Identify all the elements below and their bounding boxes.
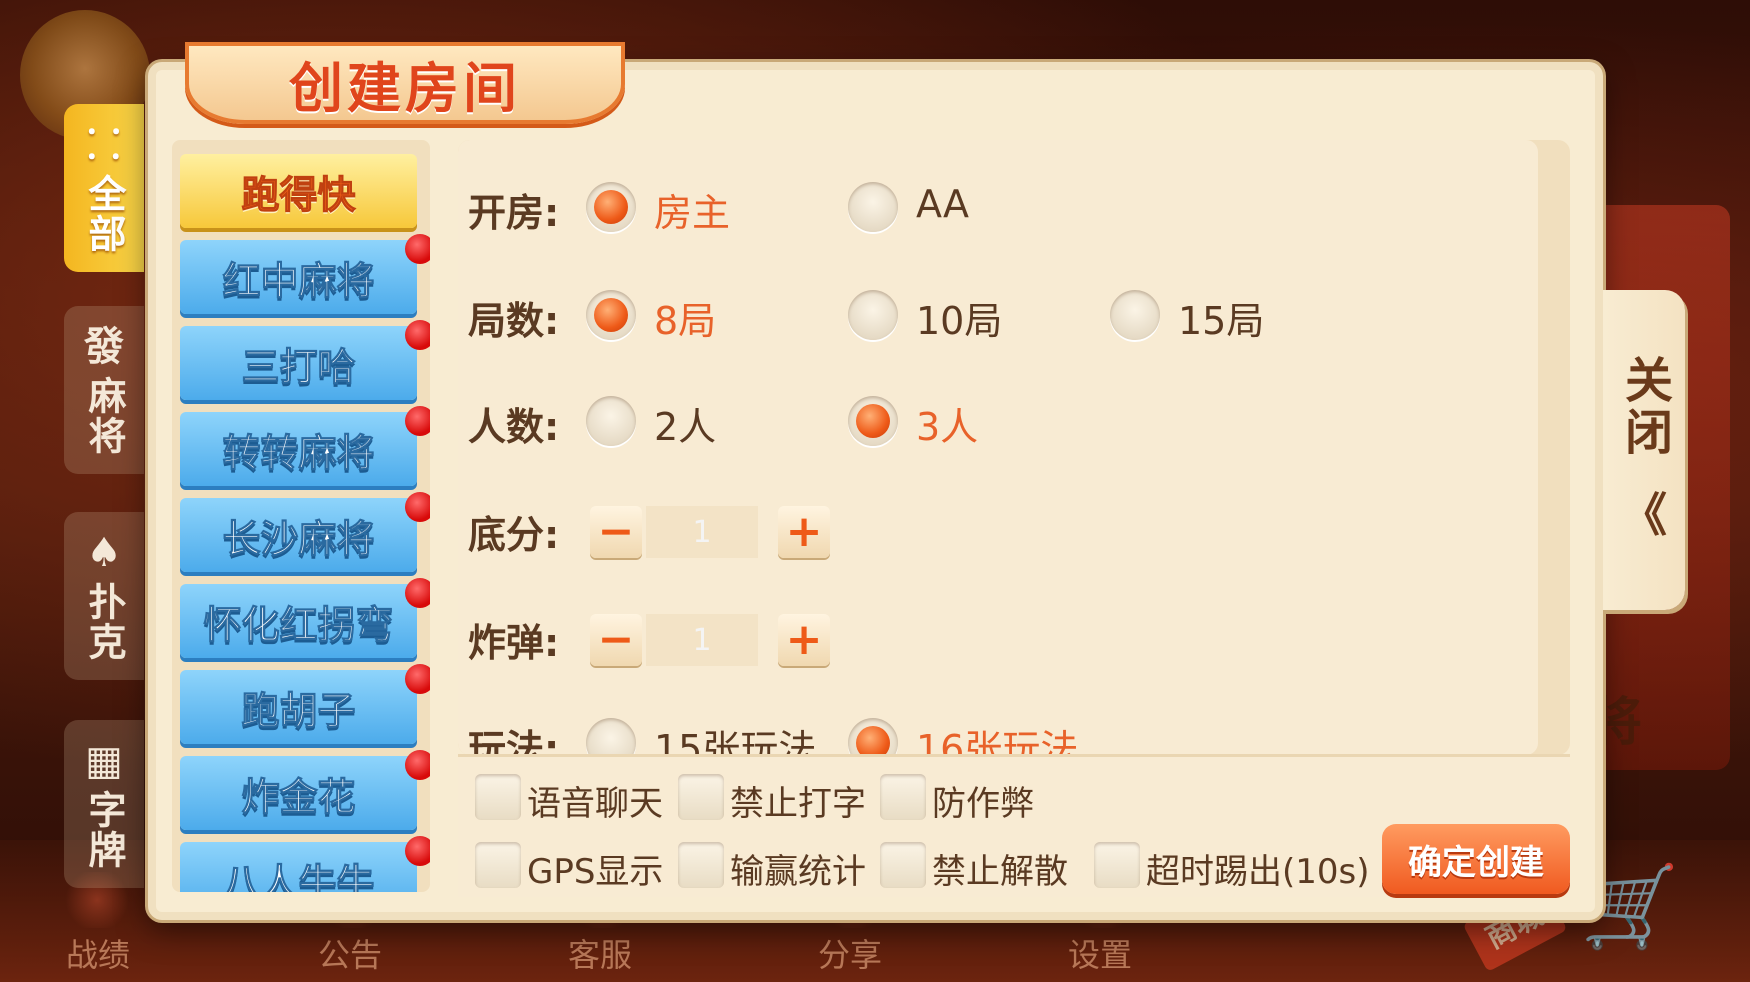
radio-play-16-label[interactable]: 16张玩法 [916,718,1078,755]
game-item-paohuzi[interactable]: 跑胡子 [180,670,417,744]
checkbox-gps[interactable] [475,842,521,888]
checkbox-no-typing[interactable] [678,774,724,820]
category-label: 字牌 [82,790,126,870]
radio-room-aa[interactable] [848,182,898,232]
new-badge-dot [405,578,430,608]
category-label: 扑克 [82,582,126,662]
game-item-zhuanzhuan-mahjong[interactable]: 转转麻将 [180,412,417,486]
zipai-card-icon: ▦ [85,738,123,784]
mahjong-tile-icon: 發 [84,324,124,370]
category-tab-zipai[interactable]: ▦ 字牌 [64,720,144,888]
new-badge-dot [405,664,430,694]
radio-room-owner-label[interactable]: 房主 [654,182,730,237]
checkbox-gps-label[interactable]: GPS显示 [527,844,663,893]
close-label: 关闭 [1616,355,1672,459]
room-payment-label: 开房: [468,191,560,235]
players-label: 人数: [468,405,560,449]
radio-play-15[interactable] [586,718,636,755]
spade-card-icon: ♠ [86,530,122,576]
bottom-nav-notice[interactable]: 公告 [318,930,382,976]
new-badge-dot [405,750,430,780]
game-item-bairen-niuniu[interactable]: 八人牛牛 [180,842,417,892]
radio-rounds-10[interactable] [848,290,898,340]
new-badge-dot [405,406,430,436]
bottom-nav-service[interactable]: 客服 [568,930,632,976]
base-score-value: 1 [646,506,758,558]
game-item-paodekuai[interactable]: 跑得快 [180,154,417,228]
checkbox-no-dismiss[interactable] [880,842,926,888]
game-item-hongzhong-mahjong[interactable]: 红中麻将 [180,240,417,314]
checkbox-no-dismiss-label[interactable]: 禁止解散 [932,844,1068,893]
new-badge-dot [405,320,430,350]
close-button[interactable]: 关闭 《 [1603,290,1685,610]
bottom-nav-record[interactable]: 战绩 [66,930,130,976]
radio-room-owner[interactable] [586,182,636,232]
checkbox-win-loss-stats-label[interactable]: 输赢统计 [730,844,866,893]
radio-play-15-label[interactable]: 15张玩法 [654,718,816,755]
radio-room-aa-label[interactable]: AA [916,182,969,226]
base-score-minus-button[interactable]: − [590,506,642,558]
bottom-nav-settings[interactable]: 设置 [1068,930,1132,976]
bomb-label: 炸弹: [468,621,560,665]
category-tab-mahjong[interactable]: 發 麻将 [64,306,144,474]
game-item-zhajinhua[interactable]: 炸金花 [180,756,417,830]
category-label: 全部 [82,174,126,254]
category-tab-poker[interactable]: ♠ 扑克 [64,512,144,680]
game-item-huaihua-hongguaiwan[interactable]: 怀化红拐弯 [180,584,417,658]
radio-rounds-15[interactable] [1110,290,1160,340]
checkbox-timeout-kick-label[interactable]: 超时踢出(10s) [1146,844,1370,893]
game-list[interactable]: 跑得快 红中麻将 三打哈 转转麻将 长沙麻将 怀化红拐弯 跑胡子 炸金花 八人牛… [172,140,430,892]
category-tab-all[interactable]: ⸬ 全部 [64,104,144,272]
game-item-sandaha[interactable]: 三打哈 [180,326,417,400]
radio-players-3[interactable] [848,396,898,446]
new-badge-dot [405,836,430,866]
checkbox-win-loss-stats[interactable] [678,842,724,888]
checkbox-timeout-kick[interactable] [1094,842,1140,888]
radio-players-3-label[interactable]: 3人 [916,396,978,451]
radio-rounds-8[interactable] [586,290,636,340]
checkbox-anti-cheat-label[interactable]: 防作弊 [932,776,1034,825]
checkbox-voice-chat[interactable] [475,774,521,820]
checkbox-voice-chat-label[interactable]: 语音聊天 [527,776,663,825]
radio-players-2[interactable] [586,396,636,446]
game-item-changsha-mahjong[interactable]: 长沙麻将 [180,498,417,572]
confirm-create-button[interactable]: 确定创建 [1382,824,1570,894]
dialog-title: 创建房间 [289,56,521,120]
dialog-title-banner: 创建房间 [185,42,625,124]
checkbox-no-typing-label[interactable]: 禁止打字 [730,776,866,825]
bomb-plus-button[interactable]: + [778,614,830,666]
base-score-plus-button[interactable]: + [778,506,830,558]
bottom-nav-share[interactable]: 分享 [818,930,882,976]
new-badge-dot [405,492,430,522]
settings-scroll-area[interactable]: 开房: 房主 AA 局数: 8局 10局 15局 人数: 2人 3人 底分: −… [458,140,1538,755]
bomb-minus-button[interactable]: − [590,614,642,666]
radio-players-2-label[interactable]: 2人 [654,396,716,451]
base-score-label: 底分: [468,513,560,557]
rounds-label: 局数: [468,299,560,343]
play-mode-label: 玩法: [468,727,560,755]
radio-play-16[interactable] [848,718,898,755]
grid-icon: ⸬ [87,122,121,168]
checkbox-anti-cheat[interactable] [880,774,926,820]
chevron-left-icon: 《 [1621,488,1667,542]
radio-rounds-8-label[interactable]: 8局 [654,290,716,345]
category-label: 麻将 [82,376,126,456]
radio-rounds-10-label[interactable]: 10局 [916,290,1002,345]
new-badge-dot [405,234,430,264]
settings-panel[interactable]: 开房: 房主 AA 局数: 8局 10局 15局 人数: 2人 3人 底分: −… [458,140,1570,755]
bomb-value: 1 [646,614,758,666]
radio-rounds-15-label[interactable]: 15局 [1178,290,1264,345]
